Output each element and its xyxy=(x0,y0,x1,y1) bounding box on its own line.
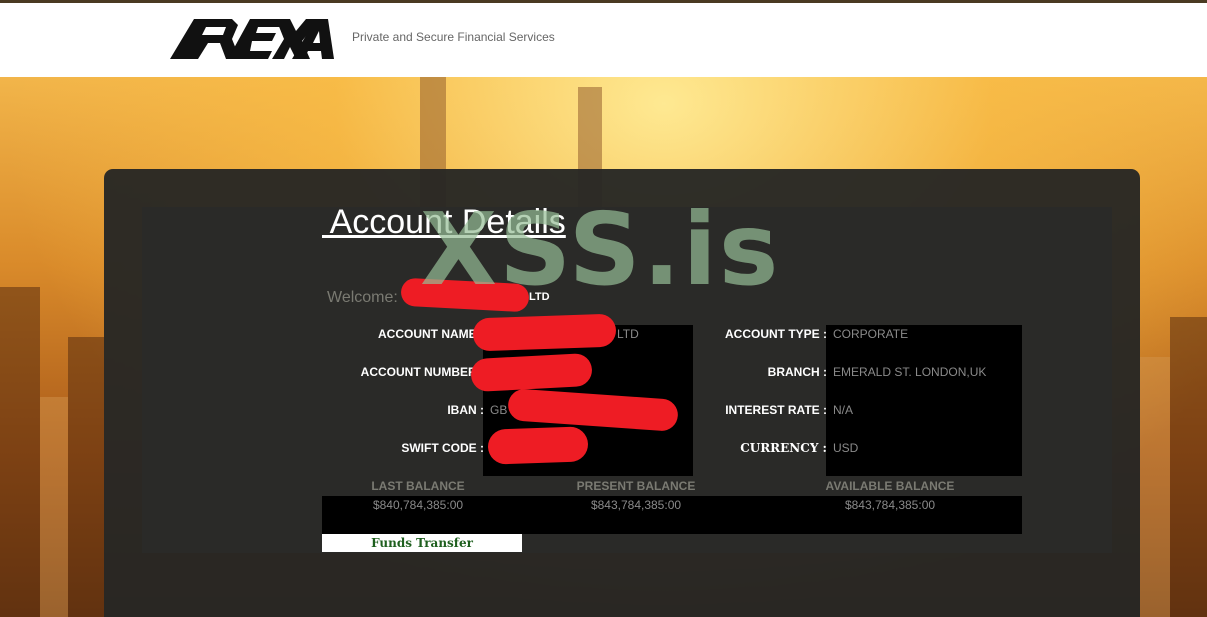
branch-label: BRANCH : xyxy=(767,365,827,379)
last-balance-label: LAST BALANCE xyxy=(371,479,465,493)
xss-watermark: XSS.is xyxy=(420,191,781,308)
present-balance-value: $843,784,385:00 xyxy=(590,498,682,512)
welcome-label: Welcome: xyxy=(327,289,398,306)
interest-rate-value: N/A xyxy=(833,403,854,417)
last-balance-value: $840,784,385:00 xyxy=(372,498,464,512)
currency-label: CURRENCY : xyxy=(740,441,827,455)
account-type-label: ACCOUNT TYPE : xyxy=(725,327,827,341)
redaction-mark xyxy=(472,313,617,352)
tagline: Private and Secure Financial Services xyxy=(352,30,555,44)
account-name-label: ACCOUNT NAME : xyxy=(378,327,484,341)
account-name-value: LTD xyxy=(617,327,639,341)
present-balance-label: PRESENT BALANCE xyxy=(576,479,696,493)
account-number-label: ACCOUNT NUMBER : xyxy=(360,365,484,379)
redaction-mark xyxy=(487,426,589,465)
swift-code-label: SWIFT CODE : xyxy=(401,441,484,455)
funds-transfer-button[interactable]: Funds Transfer xyxy=(322,534,522,552)
redaction-mark xyxy=(470,352,593,393)
interest-rate-label: INTEREST RATE : xyxy=(725,403,827,417)
available-balance-value: $843,784,385:00 xyxy=(844,498,936,512)
iban-label: IBAN : xyxy=(447,403,484,417)
account-type-value: CORPORATE xyxy=(833,327,909,341)
iban-value: GB xyxy=(490,403,508,417)
site-header: Private and Secure Financial Services xyxy=(0,3,1207,77)
rexa-logo[interactable] xyxy=(168,13,334,61)
currency-value: USD xyxy=(833,441,859,455)
branch-value: EMERALD ST. LONDON,UK xyxy=(833,365,987,379)
available-balance-label: AVAILABLE BALANCE xyxy=(825,479,955,493)
